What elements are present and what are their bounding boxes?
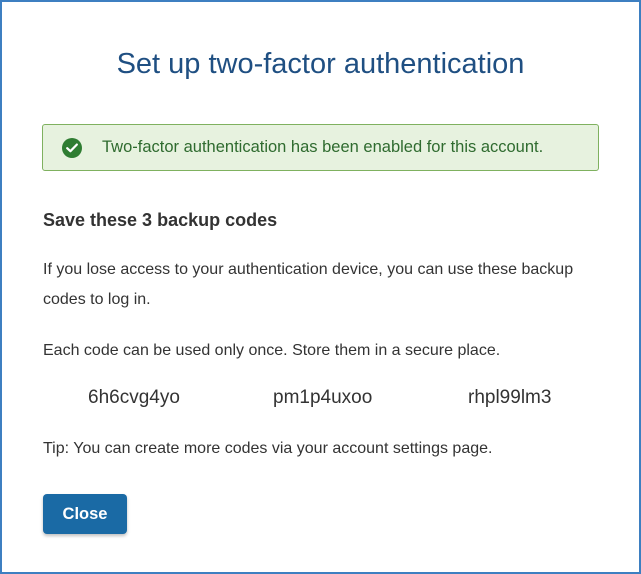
lose-access-paragraph: If you lose access to your authenticatio… xyxy=(43,261,574,308)
backup-codes-list: 6h6cvg4yo pm1p4uxoo rhpl99lm3 xyxy=(2,387,641,415)
success-alert-message: Two-factor authentication has been enabl… xyxy=(102,138,544,156)
backup-code: pm1p4uxoo xyxy=(273,387,373,408)
close-button[interactable]: Close xyxy=(43,494,127,534)
single-use-paragraph: Each code can be used only once. Store t… xyxy=(43,342,501,359)
check-circle-icon xyxy=(62,137,82,158)
backup-code: rhpl99lm3 xyxy=(468,387,552,408)
dialog-title: Set up two-factor authentication xyxy=(116,48,525,80)
tip-paragraph: Tip: You can create more codes via your … xyxy=(43,440,493,457)
backup-codes-heading: Save these 3 backup codes xyxy=(43,210,278,230)
success-alert: Two-factor authentication has been enabl… xyxy=(42,124,599,171)
two-factor-setup-dialog: Set up two-factor authentication Two-fac… xyxy=(0,0,641,574)
backup-code: 6h6cvg4yo xyxy=(88,387,180,408)
